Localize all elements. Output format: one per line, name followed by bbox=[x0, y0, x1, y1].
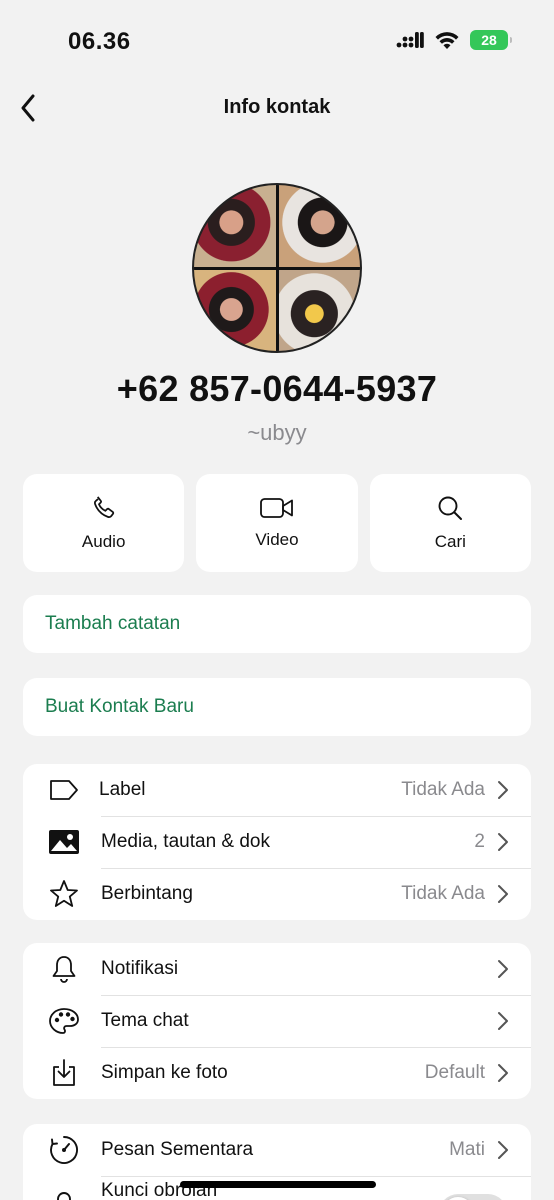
save-to-photos-row[interactable]: Simpan ke foto Default bbox=[23, 1047, 531, 1099]
label-row-value: Tidak Ada bbox=[401, 779, 485, 800]
notifications-label: Notifikasi bbox=[101, 958, 179, 979]
chevron-right-icon bbox=[498, 960, 508, 978]
status-time: 06.36 bbox=[68, 28, 131, 55]
chat-lock-toggle[interactable] bbox=[439, 1194, 507, 1200]
chevron-right-icon bbox=[498, 1012, 508, 1030]
avatar-photo-cell bbox=[277, 185, 360, 268]
chevron-right-icon bbox=[498, 781, 508, 799]
palette-icon bbox=[47, 1004, 81, 1038]
video-call-button[interactable]: Video bbox=[196, 474, 358, 572]
chevron-right-icon bbox=[498, 885, 508, 903]
contact-username: ~ubyy bbox=[247, 420, 307, 445]
avatar-photo-cell bbox=[194, 268, 277, 351]
disappearing-messages-row[interactable]: Pesan Sementara Mati bbox=[23, 1124, 531, 1176]
wifi-icon bbox=[435, 31, 459, 49]
search-icon bbox=[438, 496, 463, 520]
video-call-label: Video bbox=[255, 530, 299, 549]
media-settings-group: Label Tidak Ada Media, tautan & dok 2 Be… bbox=[23, 764, 531, 920]
battery-icon: 28 bbox=[470, 30, 512, 50]
avatar-photo-cell bbox=[277, 268, 360, 351]
notifications-row[interactable]: Notifikasi bbox=[23, 943, 531, 995]
lock-icon bbox=[47, 1188, 81, 1200]
disappearing-messages-value: Mati bbox=[449, 1139, 485, 1160]
starred-row[interactable]: Berbintang Tidak Ada bbox=[23, 868, 531, 920]
audio-call-label: Audio bbox=[81, 532, 126, 551]
chat-lock-row[interactable]: Kunci obrolan bbox=[23, 1176, 531, 1200]
tag-icon bbox=[47, 773, 81, 807]
starred-label: Berbintang bbox=[101, 883, 193, 904]
privacy-settings-group: Pesan Sementara Mati Kunci obrolan bbox=[23, 1124, 531, 1200]
video-camera-icon bbox=[260, 498, 293, 518]
cellular-signal-icon bbox=[396, 32, 424, 48]
create-contact-button[interactable]: Buat Kontak Baru bbox=[23, 678, 531, 736]
save-to-photos-label: Simpan ke foto bbox=[101, 1062, 228, 1083]
page-title: Info kontak bbox=[223, 96, 331, 118]
avatar[interactable] bbox=[192, 183, 362, 353]
chevron-right-icon bbox=[498, 1064, 508, 1082]
media-links-docs-row[interactable]: Media, tautan & dok 2 bbox=[23, 816, 531, 868]
nav-bar: Info kontak bbox=[0, 82, 554, 132]
media-links-docs-label: Media, tautan & dok bbox=[101, 831, 270, 852]
photo-icon bbox=[47, 825, 81, 859]
save-download-icon bbox=[47, 1056, 81, 1090]
search-label: Cari bbox=[434, 532, 466, 551]
label-row-label: Label bbox=[99, 779, 146, 800]
quick-actions: Audio Video Cari bbox=[23, 474, 531, 572]
chevron-right-icon bbox=[498, 833, 508, 851]
star-icon bbox=[47, 877, 81, 911]
media-links-docs-count: 2 bbox=[474, 831, 485, 852]
contact-phone-number: +62 857-0644-5937 bbox=[116, 368, 438, 409]
status-icons: 28 bbox=[396, 30, 512, 50]
avatar-divider bbox=[194, 267, 360, 270]
phone-icon bbox=[93, 496, 114, 518]
chat-theme-label: Tema chat bbox=[101, 1010, 189, 1031]
label-row[interactable]: Label Tidak Ada bbox=[23, 764, 531, 816]
timer-icon bbox=[47, 1133, 81, 1167]
save-to-photos-value: Default bbox=[424, 1062, 485, 1083]
status-bar: 06.36 28 bbox=[0, 0, 554, 80]
chat-settings-group: Notifikasi Tema chat Simpan ke foto Defa… bbox=[23, 943, 531, 1099]
audio-call-button[interactable]: Audio bbox=[23, 474, 185, 572]
home-indicator[interactable] bbox=[180, 1181, 376, 1188]
chat-theme-row[interactable]: Tema chat bbox=[23, 995, 531, 1047]
starred-value: Tidak Ada bbox=[401, 883, 485, 904]
avatar-photo-cell bbox=[194, 185, 277, 268]
add-note-button[interactable]: Tambah catatan bbox=[23, 595, 531, 653]
search-button[interactable]: Cari bbox=[369, 474, 531, 572]
chevron-right-icon bbox=[498, 1141, 508, 1159]
bell-icon bbox=[47, 952, 81, 986]
disappearing-messages-label: Pesan Sementara bbox=[101, 1139, 254, 1160]
